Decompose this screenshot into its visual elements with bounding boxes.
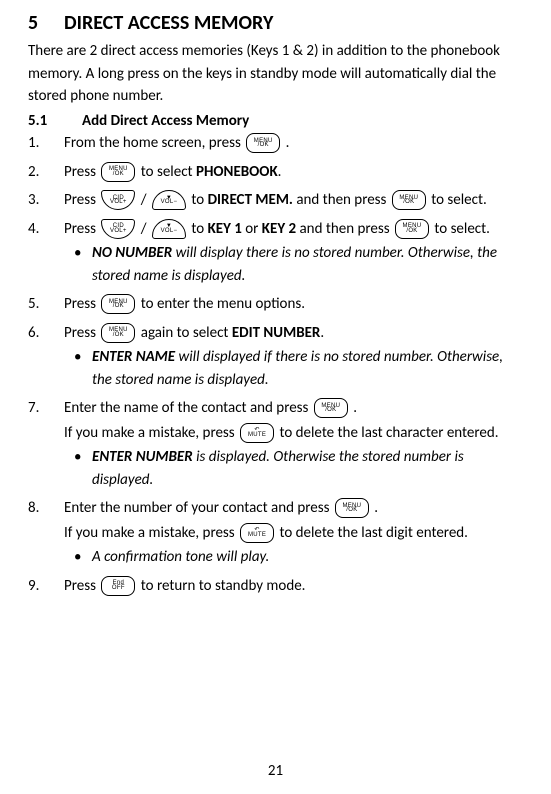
step-4: 4. Press CIDVOL+ / ▼VOL− to KEY 1 or KEY… [28, 218, 523, 288]
mute-key-icon: ↶MUTE [240, 523, 274, 543]
step-7: 7. Enter the name of the contact and pre… [28, 397, 523, 491]
step-number: 6. [28, 322, 39, 345]
text: . [278, 163, 282, 181]
subsection-title: Add Direct Access Memory [82, 112, 249, 130]
text: to select. [431, 191, 487, 209]
step-number: 9. [28, 575, 39, 598]
text: again to select [141, 324, 232, 342]
step-number: 5. [28, 293, 39, 316]
bold-italic-text: ENTER NAME [92, 348, 175, 366]
menu-ok-key-icon: MENU/OK [335, 498, 369, 518]
step-9: 9. Press EndOFF to return to standby mod… [28, 575, 523, 598]
text: Press [64, 324, 99, 342]
subsection-heading: 5.1Add Direct Access Memory [28, 110, 523, 133]
text: If you make a mistake, press [64, 424, 238, 442]
text: Press [64, 163, 99, 181]
text: . [374, 499, 378, 517]
page-number: 21 [0, 760, 551, 783]
section-number: 5 [28, 8, 64, 38]
text: to select [141, 163, 196, 181]
text: / [141, 220, 150, 238]
menu-ok-key-icon: MENU/OK [392, 190, 426, 210]
text: to select. [434, 220, 490, 238]
text: to [191, 191, 207, 209]
text: or [242, 220, 262, 238]
bullet-icon: • [74, 346, 81, 369]
text: and then press [296, 220, 393, 238]
text: . [353, 399, 357, 417]
step-3: 3. Press CIDVOL+ / ▼VOL− to DIRECT MEM. … [28, 189, 523, 212]
text: Press [64, 220, 99, 238]
menu-ok-key-icon: MENU/OK [101, 294, 135, 314]
step-number: 2. [28, 161, 39, 184]
text: From the home screen, press [64, 134, 244, 152]
step-5: 5. Press MENU/OK to enter the menu optio… [28, 293, 523, 316]
menu-ok-key-icon: MENU/OK [314, 398, 348, 418]
bullet-icon: • [74, 446, 81, 469]
text: Press [64, 191, 99, 209]
text: / [141, 191, 150, 209]
text: to enter the menu options. [141, 295, 305, 313]
step-number: 3. [28, 189, 39, 212]
step-7-note: • ENTER NUMBER is displayed. Otherwise t… [64, 446, 523, 491]
text: . [320, 324, 324, 342]
steps-list: 1. From the home screen, press MENU/OK .… [28, 132, 523, 597]
step-8-note: • A confirmation tone will play. [64, 546, 523, 569]
bold-italic-text: NO NUMBER [92, 244, 172, 262]
bold-italic-text: ENTER NUMBER [92, 448, 193, 466]
bold-text: KEY 2 [262, 220, 296, 238]
text: Press [64, 295, 99, 313]
step-4-note: • NO NUMBER will display there is no sto… [64, 242, 523, 287]
up-key-icon: CIDVOL+ [101, 219, 135, 239]
bold-text: KEY 1 [208, 220, 242, 238]
intro-text: There are 2 direct access memories (Keys… [28, 40, 523, 108]
text: . [286, 134, 290, 152]
step-6-note: • ENTER NAME will displayed if there is … [64, 346, 523, 391]
text: If you make a mistake, press [64, 524, 238, 542]
step-number: 1. [28, 132, 39, 155]
subsection-number: 5.1 [28, 110, 82, 133]
menu-ok-key-icon: MENU/OK [246, 133, 280, 153]
step-7-cont: If you make a mistake, press ↶MUTE to de… [64, 422, 523, 445]
down-key-icon: ▼VOL− [152, 190, 186, 210]
menu-ok-key-icon: MENU/OK [101, 162, 135, 182]
step-2: 2. Press MENU/OK to select PHONEBOOK. [28, 161, 523, 184]
text: Enter the number of your contact and pre… [64, 499, 333, 517]
text: Press [64, 577, 99, 595]
step-number: 7. [28, 397, 39, 420]
mute-key-icon: ↶MUTE [240, 423, 274, 443]
text: to return to standby mode. [141, 577, 306, 595]
text: to delete the last character entered. [279, 424, 498, 442]
step-number: 4. [28, 218, 39, 241]
up-key-icon: CIDVOL+ [101, 190, 135, 210]
step-8: 8. Enter the number of your contact and … [28, 497, 523, 569]
step-number: 8. [28, 497, 39, 520]
bullet-icon: • [74, 546, 81, 569]
bullet-icon: • [74, 242, 81, 265]
bold-text: EDIT NUMBER [232, 324, 321, 342]
down-key-icon: ▼VOL− [152, 219, 186, 239]
step-6: 6. Press MENU/OK again to select EDIT NU… [28, 322, 523, 392]
step-1: 1. From the home screen, press MENU/OK . [28, 132, 523, 155]
text: Enter the name of the contact and press [64, 399, 312, 417]
bold-text: DIRECT MEM. [208, 191, 293, 209]
italic-text: A confirmation tone will play. [92, 548, 269, 566]
menu-ok-key-icon: MENU/OK [101, 323, 135, 343]
text: to [191, 220, 207, 238]
bold-text: PHONEBOOK [196, 163, 278, 181]
off-key-icon: EndOFF [101, 576, 135, 596]
text: to delete the last digit entered. [279, 524, 468, 542]
step-8-cont: If you make a mistake, press ↶MUTE to de… [64, 522, 523, 545]
menu-ok-key-icon: MENU/OK [395, 219, 429, 239]
section-title: DIRECT ACCESS MEMORY [64, 11, 273, 35]
text: and then press [293, 191, 390, 209]
section-heading: 5DIRECT ACCESS MEMORY [28, 8, 523, 38]
